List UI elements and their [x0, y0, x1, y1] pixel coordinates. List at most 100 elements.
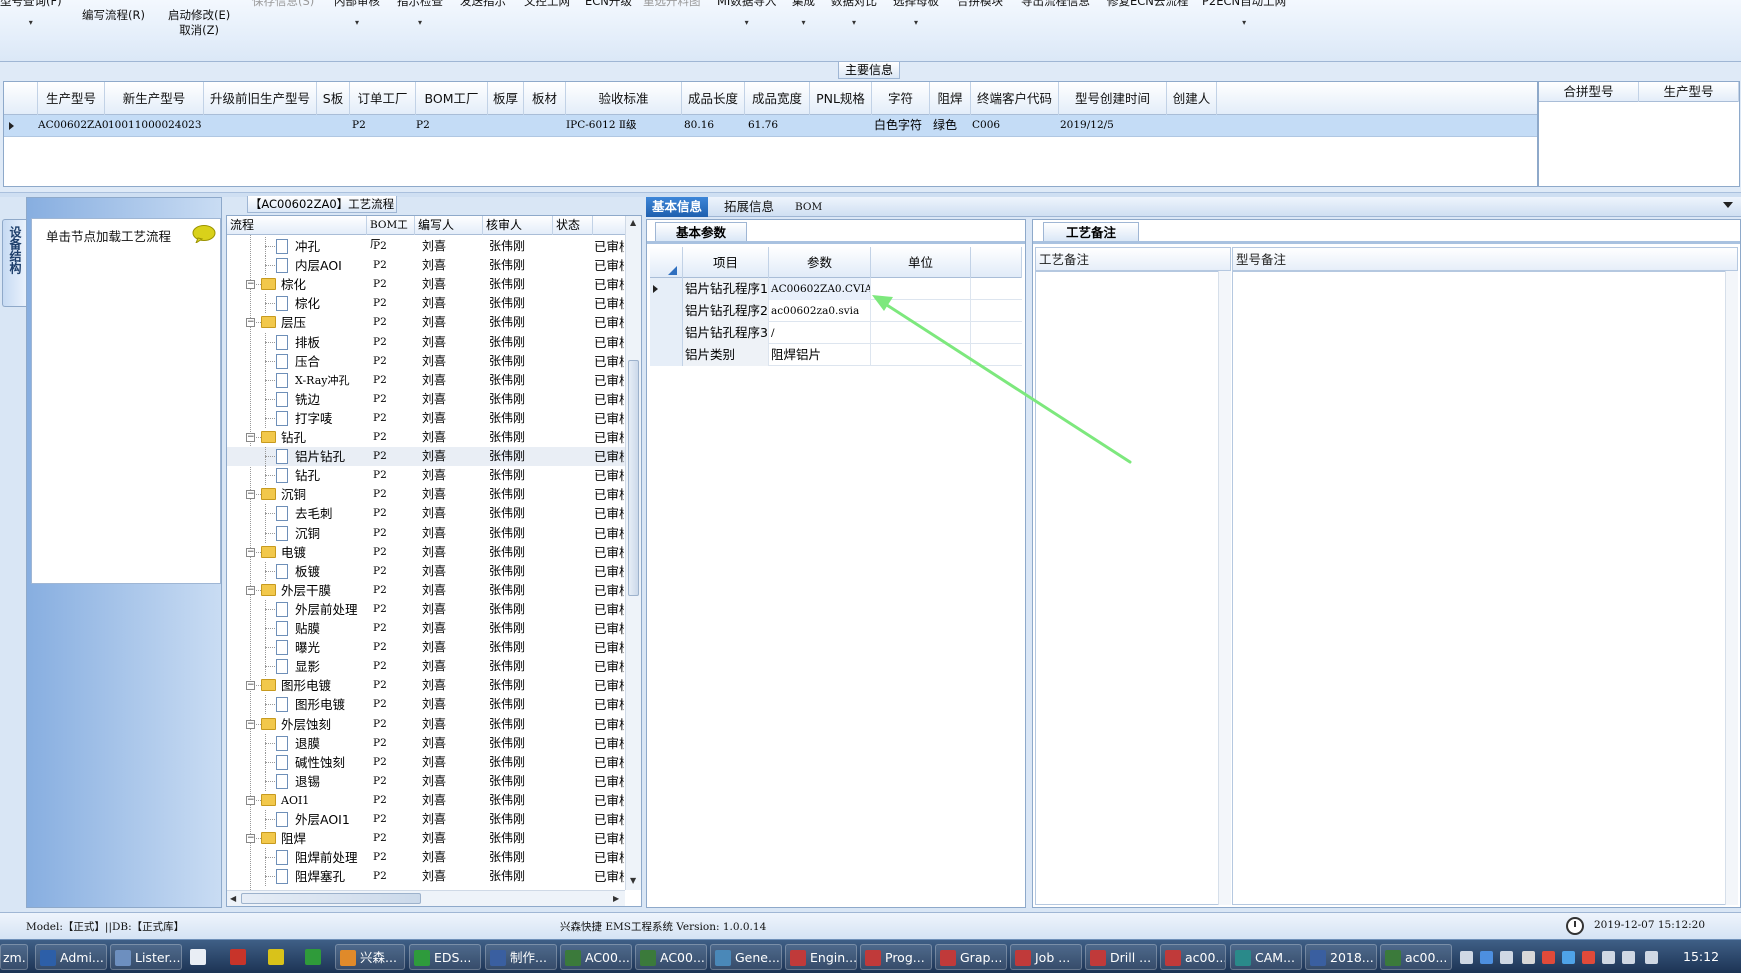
scroll-down-icon[interactable]: ▼: [630, 876, 636, 885]
toolbar-button-12[interactable]: 数据对比 ▾: [831, 0, 877, 28]
tab-process-remarks[interactable]: 工艺备注: [1043, 222, 1139, 242]
toolbar-button-5[interactable]: 指示检查 ▾: [397, 0, 443, 28]
tab-menu-dropdown-icon[interactable]: [1723, 202, 1733, 208]
process-remark-field[interactable]: [1035, 271, 1231, 905]
column-header[interactable]: 流程: [227, 216, 367, 235]
row-header[interactable]: [650, 344, 683, 366]
toolbar-button-3[interactable]: 保存信息(S): [252, 0, 314, 9]
tray-icon[interactable]: [1582, 951, 1595, 964]
tree-node[interactable]: 退膜 P2 刘喜 张伟刚 已审核: [227, 733, 625, 753]
flow-horizontal-scrollbar[interactable]: ◀ ▶: [227, 890, 625, 906]
tree-node[interactable]: − 图形电镀 P2 刘喜 张伟刚 已审核: [227, 676, 625, 695]
tree-node[interactable]: 外层前处理 P2 刘喜 张伟刚 已审核: [227, 599, 625, 619]
param-value-cell[interactable]: 阻焊铝片: [769, 344, 871, 366]
tab-basic-info[interactable]: 基本信息: [646, 197, 709, 217]
tree-node[interactable]: − 棕化 P2 刘喜 张伟刚 已审核: [227, 275, 625, 294]
table-cell[interactable]: 61.76: [748, 115, 778, 136]
tree-node[interactable]: 棕化 P2 刘喜 张伟刚 已审核: [227, 294, 625, 314]
tree-node[interactable]: 阻焊塞孔 P2 刘喜 张伟刚 已审核: [227, 867, 625, 887]
tree-node[interactable]: 内层AOI P2 刘喜 张伟刚 已审核: [227, 256, 625, 276]
param-value-cell[interactable]: /: [769, 322, 871, 344]
taskbar-button[interactable]: Prog...: [860, 944, 932, 970]
flow-vertical-scrollbar[interactable]: ▲ ▼: [625, 216, 641, 890]
table-cell[interactable]: 绿色: [933, 115, 957, 136]
tree-node[interactable]: 冲孔 P2 刘喜 张伟刚 已审核: [227, 237, 625, 256]
taskbar-button[interactable]: ac00...: [1380, 944, 1452, 970]
tree-node[interactable]: − AOI1 P2 刘喜 张伟刚 已审核: [227, 791, 625, 810]
column-header-unit[interactable]: 单位: [871, 247, 971, 278]
tab-device-structure[interactable]: 设备结构: [2, 219, 26, 307]
column-header[interactable]: 阻焊: [930, 82, 971, 115]
column-header-item[interactable]: 项目: [683, 247, 769, 278]
taskbar-button[interactable]: 2018...: [1305, 944, 1377, 970]
collapse-icon[interactable]: −: [246, 280, 255, 290]
column-header[interactable]: 板材: [524, 82, 566, 115]
quick-launch-icon[interactable]: [230, 949, 246, 965]
select-all-icon[interactable]: [668, 266, 677, 275]
hscroll-thumb[interactable]: [241, 893, 421, 904]
column-header[interactable]: 型号创建时间: [1059, 82, 1167, 115]
tray-icon[interactable]: [1522, 951, 1535, 964]
taskbar-button[interactable]: Drill ...: [1085, 944, 1157, 970]
table-cell[interactable]: AC00602ZA0: [38, 115, 109, 136]
tray-icon[interactable]: [1500, 951, 1513, 964]
toolbar-button-8[interactable]: ECN升级: [585, 0, 632, 9]
toolbar-button-1[interactable]: 编写流程(R): [82, 8, 145, 23]
column-header-param[interactable]: 参数: [769, 247, 871, 278]
toolbar-button-14[interactable]: 合拼模块: [957, 0, 1003, 9]
taskbar-button[interactable]: zm...: [0, 944, 28, 970]
taskbar-button[interactable]: ac00...: [1160, 944, 1226, 970]
param-row[interactable]: 铝片钻孔程序1 AC00602ZA0.CVIA: [650, 278, 1022, 300]
table-cell[interactable]: 80.16: [684, 115, 714, 136]
param-row[interactable]: 铝片钻孔程序3/: [650, 322, 1022, 344]
tab-bom[interactable]: BOM: [789, 197, 828, 217]
table-cell[interactable]: C006: [972, 115, 1000, 136]
param-unit-cell[interactable]: [871, 300, 971, 322]
tree-node[interactable]: 打字唛 P2 刘喜 张伟刚 已审核: [227, 408, 625, 428]
toolbar-button-2[interactable]: 启动修改(E) 取消(Z): [168, 8, 230, 38]
param-unit-cell[interactable]: [871, 278, 971, 300]
tray-icon[interactable]: [1602, 951, 1615, 964]
taskbar-button[interactable]: Lister...: [110, 944, 182, 970]
tab-extended-info[interactable]: 拓展信息: [718, 197, 780, 217]
row-header[interactable]: [650, 322, 683, 344]
table-row[interactable]: AC00602ZA0 10011000024023 P2 P2 IPC-6012 Ⅱ级 8…: [4, 115, 1537, 137]
tree-node[interactable]: 沉铜 P2 刘喜 张伟刚 已审核: [227, 523, 625, 543]
tree-node[interactable]: − 层压 P2 刘喜 张伟刚 已审核: [227, 313, 625, 332]
table-cell[interactable]: 2019/12/5: [1060, 115, 1114, 136]
tree-node[interactable]: − 外层干膜 P2 刘喜 张伟刚 已审核: [227, 581, 625, 600]
collapse-icon[interactable]: −: [246, 834, 255, 844]
tree-node[interactable]: 板镀 P2 刘喜 张伟刚 已审核: [227, 561, 625, 581]
tree-node[interactable]: 钻孔 P2 刘喜 张伟刚 已审核: [227, 466, 625, 486]
collapse-icon[interactable]: −: [246, 719, 255, 729]
column-header[interactable]: PNL规格: [810, 82, 872, 115]
collapse-icon[interactable]: −: [246, 490, 255, 500]
tree-node[interactable]: − 外层蚀刻 P2 刘喜 张伟刚 已审核: [227, 715, 625, 734]
tree-node[interactable]: 曝光 P2 刘喜 张伟刚 已审核: [227, 638, 625, 658]
tree-node[interactable]: 显影 P2 刘喜 张伟刚 已审核: [227, 657, 625, 677]
dropdown-caret-icon[interactable]: ▾: [1202, 18, 1286, 28]
toolbar-button-17[interactable]: P2ECN自动上网 ▾: [1202, 0, 1286, 28]
param-unit-cell[interactable]: [871, 344, 971, 366]
toolbar-button-0[interactable]: 型号查询(F) ▾: [0, 0, 62, 28]
param-row[interactable]: 铝片类别 阻焊铝片: [650, 344, 1022, 366]
column-header[interactable]: 成品宽度: [745, 82, 810, 115]
toolbar-cancel-label[interactable]: 取消(Z): [168, 23, 230, 38]
tree-node[interactable]: − 阻焊 P2 刘喜 张伟刚 已审核: [227, 829, 625, 848]
scroll-thumb[interactable]: [628, 360, 639, 596]
tree-node[interactable]: 阻焊前处理 P2 刘喜 张伟刚 已审核: [227, 848, 625, 868]
collapse-icon[interactable]: −: [246, 585, 255, 595]
dropdown-caret-icon[interactable]: ▾: [717, 18, 776, 28]
tree-node[interactable]: 压合 P2 刘喜 张伟刚 已审核: [227, 351, 625, 371]
column-header[interactable]: 字符: [872, 82, 930, 115]
column-header[interactable]: 板厚: [488, 82, 524, 115]
column-header[interactable]: BOM工厂: [416, 82, 488, 115]
collapse-icon[interactable]: −: [246, 547, 255, 557]
tray-icon[interactable]: [1460, 951, 1473, 964]
scroll-left-icon[interactable]: ◀: [230, 894, 236, 903]
dropdown-caret-icon[interactable]: ▾: [893, 18, 939, 28]
tree-node[interactable]: X-Ray冲孔 P2 刘喜 张伟刚 已审核: [227, 370, 625, 390]
column-header[interactable]: 成品长度: [682, 82, 745, 115]
toolbar-button-15[interactable]: 导出流程信息: [1021, 0, 1090, 9]
toolbar-button-9[interactable]: 重选开料图: [643, 0, 701, 9]
